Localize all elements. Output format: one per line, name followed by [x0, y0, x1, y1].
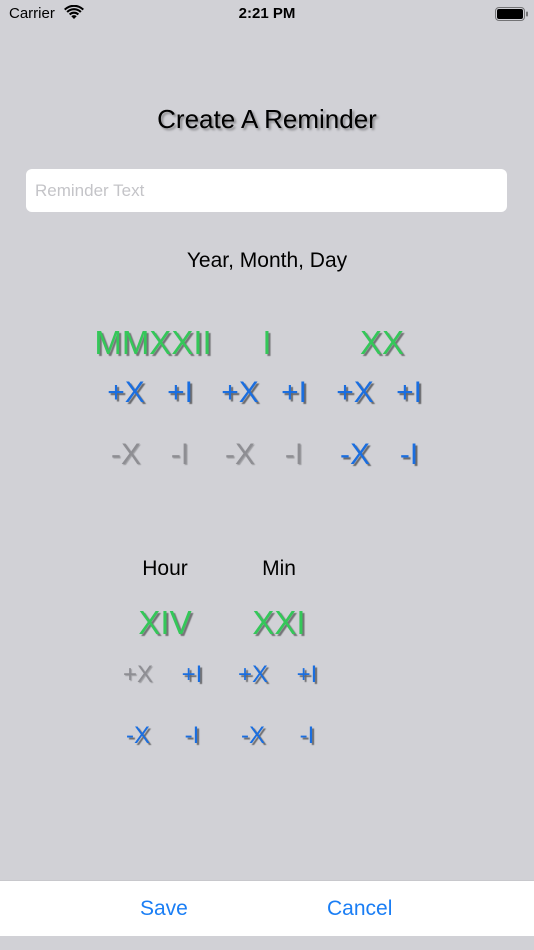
hour-minus-one-button[interactable]: -I: [167, 722, 217, 750]
month-plus-one-button[interactable]: +I: [264, 376, 324, 410]
hour-plus-one-button[interactable]: +I: [167, 661, 217, 689]
min-plus-one-button[interactable]: +I: [282, 661, 332, 689]
min-label: Min: [262, 557, 296, 580]
month-minus-one-button[interactable]: -I: [264, 438, 324, 472]
page-title: Create A Reminder: [157, 104, 377, 134]
year-plus-one-button[interactable]: +I: [150, 376, 210, 410]
month-value: I: [262, 324, 272, 361]
battery-icon: [495, 7, 528, 21]
min-minus-ten-button[interactable]: -X: [228, 722, 278, 750]
status-bar: Carrier 2:21 PM: [0, 0, 534, 28]
day-value: XX: [359, 324, 405, 361]
year-minus-ten-button[interactable]: -X: [96, 438, 156, 472]
save-button[interactable]: Save: [140, 897, 188, 921]
reminder-text-input[interactable]: [26, 169, 507, 212]
status-time: 2:21 PM: [238, 5, 296, 22]
day-minus-one-button[interactable]: -I: [379, 438, 439, 472]
year-value: MMXXII: [94, 324, 212, 361]
month-minus-ten-button[interactable]: -X: [210, 438, 270, 472]
year-minus-one-button[interactable]: -I: [150, 438, 210, 472]
min-value: XXI: [252, 604, 306, 641]
hour-label: Hour: [142, 557, 188, 580]
cancel-button[interactable]: Cancel: [327, 897, 392, 921]
hour-plus-ten-button[interactable]: +X: [113, 661, 163, 689]
date-label: Year, Month, Day: [186, 249, 348, 272]
day-plus-one-button[interactable]: +I: [379, 376, 439, 410]
day-minus-ten-button[interactable]: -X: [325, 438, 385, 472]
min-minus-one-button[interactable]: -I: [282, 722, 332, 750]
hour-value: XIV: [138, 604, 192, 641]
bottom-toolbar: Save Cancel: [0, 880, 534, 937]
day-plus-ten-button[interactable]: +X: [325, 376, 385, 410]
min-plus-ten-button[interactable]: +X: [228, 661, 278, 689]
year-plus-ten-button[interactable]: +X: [96, 376, 156, 410]
home-indicator-area: [0, 936, 534, 950]
month-plus-ten-button[interactable]: +X: [210, 376, 270, 410]
hour-minus-ten-button[interactable]: -X: [113, 722, 163, 750]
